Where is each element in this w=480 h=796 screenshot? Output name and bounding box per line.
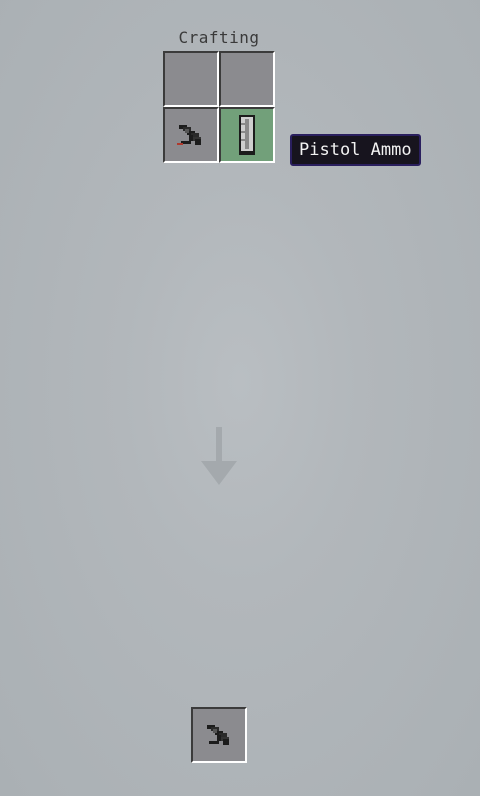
item-tooltip: Pistol Ammo (290, 134, 421, 166)
crafting-slot-1[interactable] (163, 51, 219, 107)
crafting-result-slot[interactable] (191, 707, 247, 763)
pistol-icon (177, 125, 201, 145)
crafting-title: Crafting (178, 28, 260, 47)
crafting-slot-2[interactable] (219, 51, 275, 107)
pistol-icon (207, 725, 229, 745)
crafting-slot-3[interactable] (163, 107, 219, 163)
down-arrow-icon (201, 427, 237, 485)
ammo-magazine-icon (239, 115, 255, 155)
crafting-grid (163, 51, 275, 163)
crafting-slot-4[interactable] (219, 107, 275, 163)
